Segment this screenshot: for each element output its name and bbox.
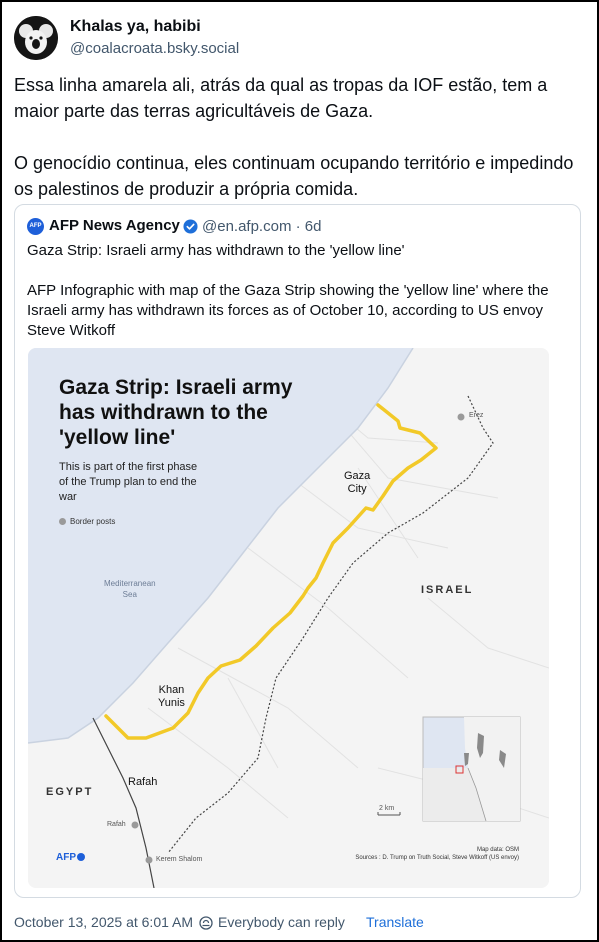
afp-logo: AFP [56, 852, 85, 863]
quoted-avatar[interactable]: AFP [27, 218, 44, 235]
kerem-shalom-label: Kerem Shalom [156, 856, 203, 863]
border-post-rafah [131, 821, 139, 829]
infographic-image[interactable]: Gaza Strip: Israeli army has withdrawn t… [28, 348, 549, 888]
post-paragraph: O genocídio continua, eles continuam ocu… [14, 153, 574, 199]
author-handle[interactable]: @coalacroata.bsky.social [70, 40, 239, 57]
israel-label: ISRAEL [421, 584, 474, 596]
quoted-author-meta[interactable]: @en.afp.com · 6d [202, 218, 321, 235]
rafah-city-label: Rafah [128, 776, 158, 788]
legend-label: Border posts [70, 517, 116, 526]
egypt-label: EGYPT [46, 786, 94, 798]
border-post-legend-icon [59, 518, 66, 526]
quoted-paragraph: AFP Infographic with map of the Gaza Str… [27, 282, 549, 339]
quoted-post[interactable]: AFP AFP News Agency @en.afp.com · 6d Gaz… [14, 204, 581, 898]
author-name[interactable]: Khalas ya, habibi [70, 18, 201, 36]
meta-separator: · [295, 218, 301, 235]
map-legend: Border posts [59, 517, 115, 526]
locator-inset [422, 716, 521, 822]
sea-label: Mediterranean Sea [104, 579, 156, 599]
post-timestamp[interactable]: October 13, 2025 at 6:01 AM [14, 914, 193, 930]
verified-badge-icon [183, 219, 198, 234]
reply-setting[interactable]: Everybody can reply [218, 914, 345, 930]
afp-logo-text: AFP [56, 852, 76, 863]
sources-credit: Sources : D. Trump on Truth Social, Stev… [355, 855, 519, 861]
reply-setting-icon [199, 916, 213, 933]
gaza-city-label: Gaza City [344, 470, 371, 495]
infographic-title: Gaza Strip: Israeli army has withdrawn t… [59, 376, 293, 449]
map-credit: Map data: OSM [476, 847, 519, 853]
quoted-author-handle: @en.afp.com [202, 218, 292, 235]
scale-label: 2 km [379, 805, 395, 812]
border-post-kerem-shalom [145, 856, 153, 864]
post-card: Khalas ya, habibi @coalacroata.bsky.soci… [0, 0, 599, 942]
rafah-post-label: Rafah [107, 821, 126, 828]
koala-icon [14, 16, 58, 60]
translate-link[interactable]: Translate [366, 914, 424, 930]
quoted-post-age: 6d [304, 218, 322, 235]
quoted-paragraph: Gaza Strip: Israeli army has withdrawn t… [27, 242, 405, 259]
post-body: Essa linha amarela ali, atrás da qual as… [14, 72, 589, 202]
quoted-author-name[interactable]: AFP News Agency [49, 217, 180, 234]
quoted-post-body: Gaza Strip: Israeli army has withdrawn t… [27, 241, 572, 341]
border-post-erez [457, 413, 465, 421]
avatar[interactable] [14, 16, 58, 60]
khan-yunis-label: Khan Yunis [158, 684, 185, 709]
post-paragraph: Essa linha amarela ali, atrás da qual as… [14, 75, 548, 121]
infographic-subtitle: This is part of the first phase of the T… [59, 461, 198, 503]
erez-label: Erez [469, 412, 484, 419]
afp-logo-dot [77, 853, 85, 861]
